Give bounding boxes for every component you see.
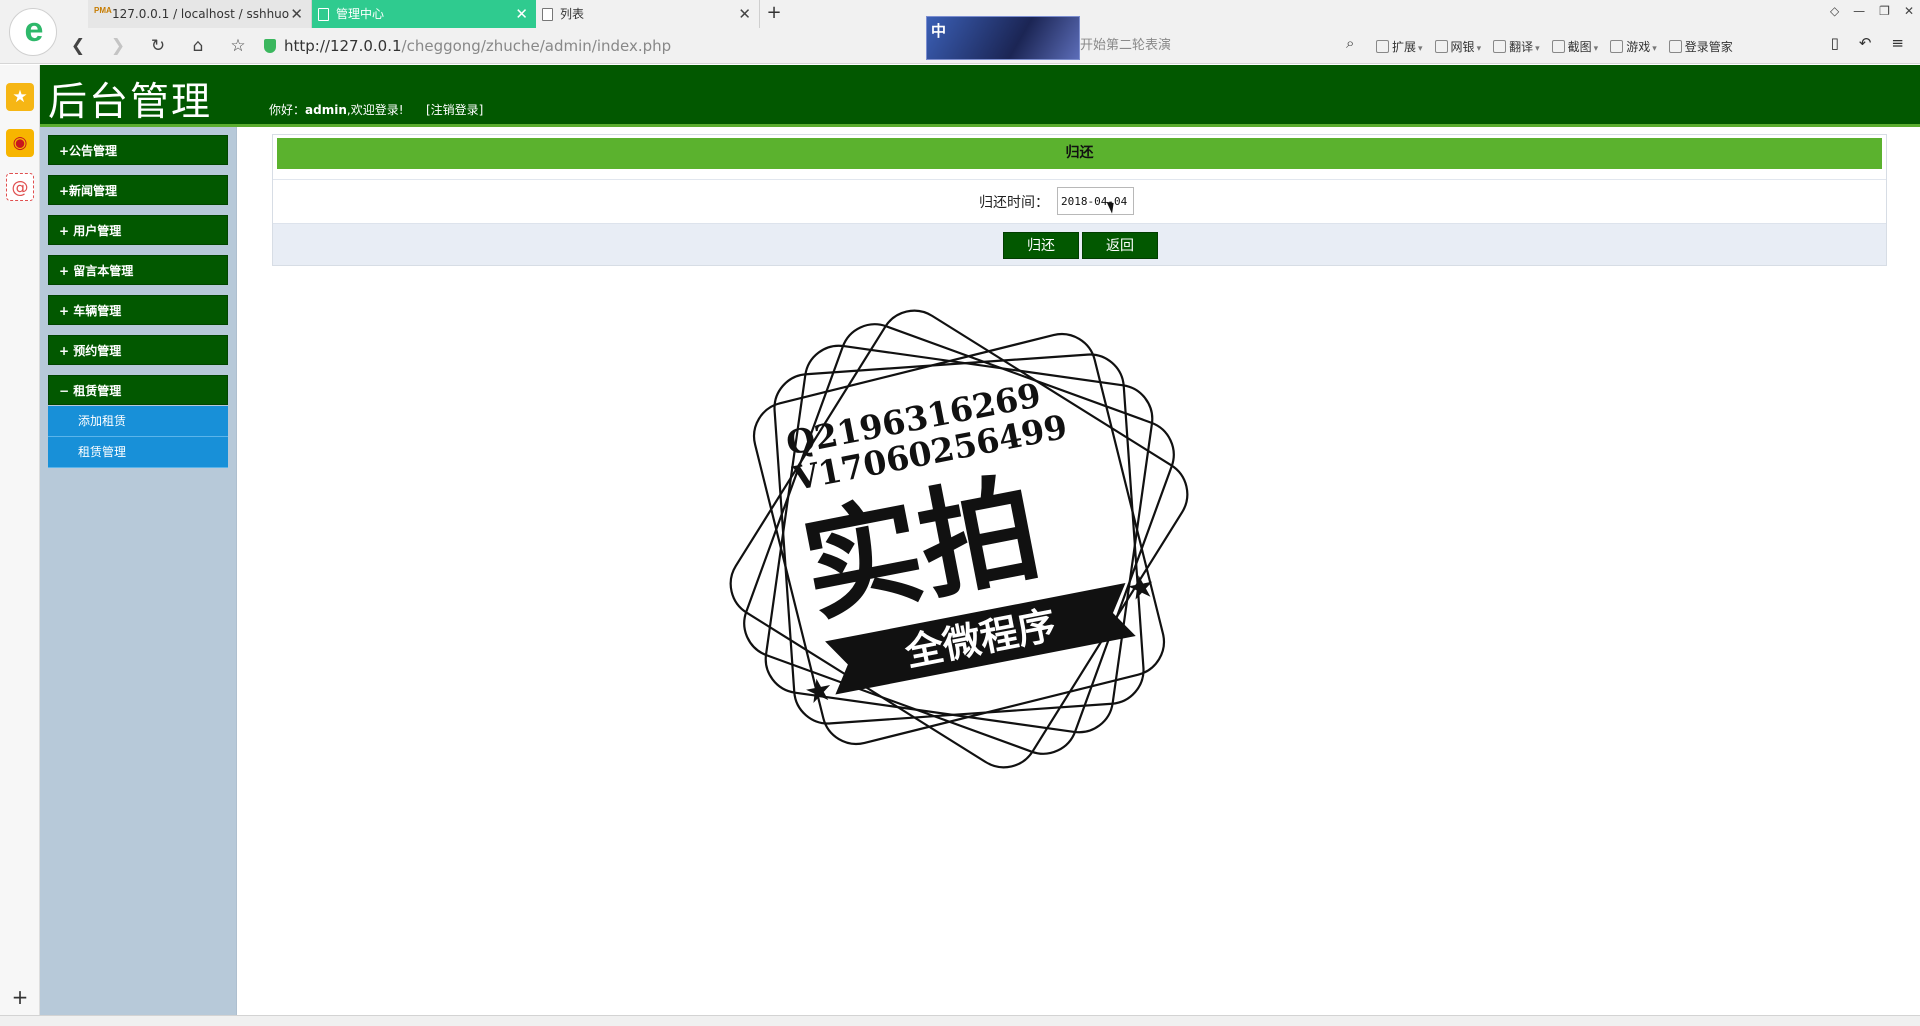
form-actions: 归还 返回 xyxy=(273,223,1886,265)
minimize-icon[interactable]: — xyxy=(1853,4,1865,18)
toolbar-bank[interactable]: 网银 ▾ xyxy=(1434,38,1482,55)
chevron-down-icon: ▾ xyxy=(1418,43,1423,54)
game-icon xyxy=(1610,39,1624,53)
translate-icon xyxy=(1493,39,1507,53)
sidebar-item-users[interactable]: + 用户管理 xyxy=(48,215,228,245)
return-button[interactable]: 归还 xyxy=(1003,232,1079,259)
toolbar-login-manager[interactable]: 登录管家 xyxy=(1668,38,1733,55)
browser-toolbar: 扩展 ▾ 网银 ▾ 翻译 ▾ 截图 ▾ 游戏 ▾ 登录管家 xyxy=(1376,33,1733,59)
return-time-label: 归还时间： xyxy=(979,195,1049,211)
skin-icon[interactable]: ◇ xyxy=(1830,4,1839,18)
return-time-input[interactable] xyxy=(1057,187,1134,215)
menu-icon[interactable]: ≡ xyxy=(1891,34,1904,52)
search-input[interactable]: 开始第二轮表演 xyxy=(1080,33,1350,59)
toolbar-translate[interactable]: 翻译 ▾ xyxy=(1493,38,1540,55)
undo-icon[interactable]: ↶ xyxy=(1859,34,1872,52)
sidebar-toggle-icon[interactable]: ▯ xyxy=(1831,34,1839,52)
logout-link[interactable]: [注销登录] xyxy=(426,101,483,118)
close-icon[interactable]: ✕ xyxy=(290,0,303,28)
admin-sidebar: +公告管理 +新闻管理 + 用户管理 + 留言本管理 + 车辆管理 + 预约管理… xyxy=(40,127,237,1015)
back-button[interactable]: 返回 xyxy=(1082,232,1158,259)
tab-phpmyadmin[interactable]: PMA 127.0.0.1 / localhost / sshhuo ✕ xyxy=(88,0,312,28)
toolbar-game[interactable]: 游戏 ▾ xyxy=(1610,38,1657,55)
toolbar-label: 游戏 xyxy=(1626,39,1651,54)
search-icon[interactable]: ⌕ xyxy=(1346,34,1354,52)
phpmyadmin-icon: PMA xyxy=(94,6,112,15)
browser-chrome: e PMA 127.0.0.1 / localhost / sshhuo ✕ 管… xyxy=(0,0,1920,64)
address-host: http://127.0.0.1 xyxy=(284,37,402,55)
admin-header: 后台管理 你好：admin,欢迎登录! [注销登录] xyxy=(40,65,1920,127)
toolbar-label: 扩展 xyxy=(1392,39,1417,54)
extension-icon xyxy=(1376,39,1389,53)
welcome-suffix: ,欢迎登录! xyxy=(346,103,404,117)
chevron-down-icon: ▾ xyxy=(1593,43,1599,54)
home-icon[interactable]: ⌂ xyxy=(186,34,210,58)
back-icon[interactable]: ❮ xyxy=(66,34,90,58)
address-bar[interactable]: http://127.0.0.1/cheggong/zhuche/admin/i… xyxy=(264,33,924,59)
username: admin xyxy=(305,103,347,117)
page-icon xyxy=(542,8,553,21)
sidebar-item-rentals[interactable]: − 租赁管理 xyxy=(48,375,228,405)
browser-side-rail: ★ ◉ @ + xyxy=(0,65,40,1015)
page-icon xyxy=(318,8,329,21)
form-title: 归还 xyxy=(277,138,1882,169)
submenu-add-rental[interactable]: 添加租赁 xyxy=(48,406,228,437)
mail-icon[interactable]: @ xyxy=(6,173,34,201)
chevron-down-icon: ▾ xyxy=(1652,43,1657,54)
secure-shield-icon xyxy=(264,39,276,53)
bookmark-star-icon[interactable]: ☆ xyxy=(226,34,250,58)
tab-title: 127.0.0.1 / localhost / sshhuo xyxy=(112,7,290,21)
welcome-prefix: 你好： xyxy=(269,103,306,117)
tab-title: 列表 xyxy=(560,7,585,21)
restore-icon[interactable]: ❐ xyxy=(1879,4,1890,18)
login-manager-icon xyxy=(1668,39,1682,53)
reload-icon[interactable]: ↻ xyxy=(146,34,170,58)
toolbar-label: 翻译 xyxy=(1509,39,1534,54)
tab-title: 管理中心 xyxy=(336,7,385,21)
star-icon: ★ xyxy=(1123,566,1158,609)
sidebar-item-guestbook[interactable]: + 留言本管理 xyxy=(48,255,228,285)
submenu-rental-management[interactable]: 租赁管理 xyxy=(48,437,228,468)
browser-e-icon: e xyxy=(24,11,44,49)
close-icon[interactable]: ✕ xyxy=(738,0,751,28)
toolbar-right: ▯ ↶ ≡ xyxy=(1831,34,1904,52)
return-time-row: 归还时间： xyxy=(273,179,1886,222)
toolbar-extension[interactable]: 扩展 ▾ xyxy=(1376,38,1423,55)
toolbar-label: 截图 xyxy=(1567,39,1592,54)
watermark-stamp: Q2196316269 V17060256499 实拍 全微程序 ★ ★ xyxy=(729,309,1189,769)
browser-status-bar xyxy=(0,1015,1920,1026)
sidebar-item-notices[interactable]: +公告管理 xyxy=(48,135,228,165)
tab-admin-center[interactable]: 管理中心 ✕ xyxy=(312,0,536,28)
screenshot-icon xyxy=(1551,39,1565,53)
ad-badge: 中 xyxy=(931,22,947,40)
toolbar-screenshot[interactable]: 截图 ▾ xyxy=(1551,38,1599,55)
close-icon[interactable]: ✕ xyxy=(515,0,528,28)
address-path: /cheggong/zhuche/admin/index.php xyxy=(401,37,672,55)
close-window-icon[interactable]: ✕ xyxy=(1904,4,1914,18)
tab-strip: PMA 127.0.0.1 / localhost / sshhuo ✕ 管理中… xyxy=(88,0,788,28)
page-title: 后台管理 xyxy=(48,80,213,125)
add-icon[interactable]: + xyxy=(0,985,40,1009)
window-controls: ◇ — ❐ ✕ xyxy=(1830,4,1914,18)
game-ad-banner[interactable]: 中 xyxy=(926,16,1080,60)
chevron-down-icon: ▾ xyxy=(1535,43,1540,54)
favorites-star-icon[interactable]: ★ xyxy=(6,83,34,111)
star-icon: ★ xyxy=(801,669,836,712)
sidebar-item-reservations[interactable]: + 预约管理 xyxy=(48,335,228,365)
nav-buttons: ❮ ❯ ↻ ⌂ ☆ xyxy=(66,30,250,62)
toolbar-label: 网银 xyxy=(1450,39,1475,54)
toolbar-label: 登录管家 xyxy=(1684,39,1733,54)
forward-icon[interactable]: ❯ xyxy=(106,34,130,58)
new-tab-button[interactable]: + xyxy=(760,0,788,28)
sidebar-item-vehicles[interactable]: + 车辆管理 xyxy=(48,295,228,325)
welcome-text: 你好：admin,欢迎登录! xyxy=(269,101,404,118)
sidebar-item-news[interactable]: +新闻管理 xyxy=(48,175,228,205)
tab-list[interactable]: 列表 ✕ xyxy=(536,0,760,28)
chevron-down-icon: ▾ xyxy=(1476,43,1482,54)
weibo-icon[interactable]: ◉ xyxy=(6,129,34,157)
return-form-panel: 归还 归还时间： 归还 返回 xyxy=(272,134,1887,266)
bank-icon xyxy=(1434,39,1448,53)
browser-logo[interactable]: e xyxy=(9,8,57,56)
